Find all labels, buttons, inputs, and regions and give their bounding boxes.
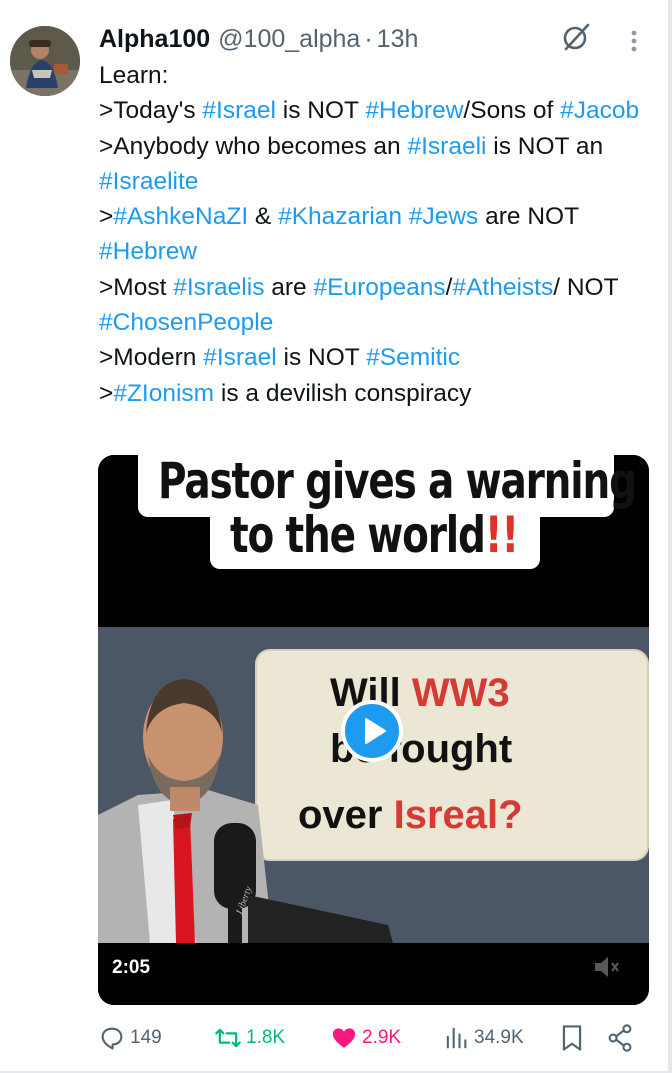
caption-bangs: !! xyxy=(484,506,519,564)
tweet-text: Learn: >Today's #Israel is NOT #Hebrew/S… xyxy=(99,58,659,411)
author-handle[interactable]: @100_alpha xyxy=(218,25,360,54)
share-icon[interactable] xyxy=(606,1023,634,1053)
tweet-line: >Today's #Israel is NOT #Hebrew/Sons of … xyxy=(99,93,659,128)
author-name[interactable]: Alpha100 xyxy=(99,25,210,54)
hashtag-link[interactable]: #Semitic xyxy=(366,344,460,371)
views-icon xyxy=(446,1027,467,1049)
tweet-text-segment: & xyxy=(248,203,279,231)
tweet-text-segment: / NOT xyxy=(553,273,619,301)
sign-fought: fought xyxy=(387,727,513,771)
tweet-text-segment: >Most xyxy=(99,273,174,301)
hashtag-link[interactable]: #Jacob xyxy=(560,97,639,124)
play-button[interactable] xyxy=(341,700,403,762)
hashtag-link[interactable]: #Israelite xyxy=(99,168,198,195)
like-count: 2.9K xyxy=(362,1027,402,1048)
tweet-text-segment: > xyxy=(99,203,114,231)
like-button[interactable]: 2.9K xyxy=(330,1020,401,1056)
hashtag-link[interactable]: #Khazarian xyxy=(278,203,402,230)
reply-button[interactable]: 149 xyxy=(98,1020,162,1056)
tweet-text-segment: is NOT xyxy=(275,97,366,125)
hashtag-link[interactable]: #ChosenPeople xyxy=(99,309,273,336)
reply-icon xyxy=(101,1027,123,1050)
hashtag-link[interactable]: #Atheists xyxy=(452,274,553,301)
repost-button[interactable]: 1.8K xyxy=(214,1020,285,1056)
repost-icon xyxy=(215,1028,241,1048)
hashtag-link[interactable]: #Jews xyxy=(409,203,478,230)
tweet-lines: >Today's #Israel is NOT #Hebrew/Sons of … xyxy=(99,93,659,411)
tweet-line: >Anybody who becomes an #Israeli is NOT … xyxy=(99,129,659,200)
hashtag-link[interactable]: #Europeans xyxy=(313,274,445,301)
tweet-text-segment: are NOT xyxy=(478,203,579,231)
tweet-line: >Most #Israelis are #Europeans/#Atheists… xyxy=(99,270,659,341)
tweet-text-segment: >Today's xyxy=(99,97,203,125)
video-player[interactable]: Pastor gives a warning to the world!! Wi… xyxy=(98,455,649,1005)
tweet-text-segment: are xyxy=(264,273,314,301)
tweet-text-segment: >Modern xyxy=(99,344,204,372)
hashtag-link[interactable]: #AshkeNaZI xyxy=(113,203,248,230)
tweet-text-segment: is a devilish conspiracy xyxy=(214,379,472,407)
avatar-image xyxy=(10,26,80,96)
bookmark-icon[interactable] xyxy=(558,1023,586,1053)
tweet-text-segment xyxy=(402,203,409,230)
tweet-line: >#ZIonism is a devilish conspiracy xyxy=(99,376,659,411)
tweet-text-segment: > xyxy=(99,379,114,407)
heart-icon xyxy=(332,1028,356,1048)
separator-dot: · xyxy=(364,24,373,53)
sign-ww3: WW3 xyxy=(411,671,510,715)
hashtag-link[interactable]: #Israelis xyxy=(173,274,264,301)
tweet-text-segment: is NOT xyxy=(276,344,367,372)
timestamp[interactable]: 13h xyxy=(377,25,419,54)
action-bar: 149 1.8K 2.9K 34.9K xyxy=(98,1020,638,1056)
tweet-line: >Modern #Israel is NOT #Semitic xyxy=(99,340,659,375)
tweet-text-segment: /Sons of xyxy=(463,97,561,125)
hashtag-link[interactable]: #Israeli xyxy=(408,133,487,160)
tweet-line: >#AshkeNaZI & #Khazarian #Jews are NOT #… xyxy=(99,199,659,270)
views-count: 34.9K xyxy=(474,1027,524,1048)
grok-icon[interactable] xyxy=(561,22,591,52)
caption-line-2: to the world!! xyxy=(230,506,519,564)
tweet-text-segment: is NOT an xyxy=(486,132,604,160)
hashtag-link[interactable]: #Israel xyxy=(203,344,277,371)
tweet-header: Alpha100 @100_alpha · 13h xyxy=(99,22,418,56)
avatar[interactable] xyxy=(10,26,80,96)
hashtag-link[interactable]: #ZIonism xyxy=(113,380,214,407)
hashtag-link[interactable]: #Hebrew xyxy=(99,238,197,265)
sign-isreal: Isreal? xyxy=(393,793,523,837)
caption-line-1: Pastor gives a warning xyxy=(158,455,637,510)
tweet-intro: Learn: xyxy=(99,62,169,89)
caption-line-2-text: to the world xyxy=(230,506,486,564)
hashtag-link[interactable]: #Hebrew xyxy=(365,97,463,124)
volume-icon[interactable] xyxy=(592,953,620,981)
reply-count: 149 xyxy=(130,1027,162,1048)
tweet-text-segment: >Anybody who becomes an xyxy=(99,132,408,160)
views-button[interactable]: 34.9K xyxy=(442,1020,524,1056)
repost-count: 1.8K xyxy=(246,1027,286,1048)
hashtag-link[interactable]: #Israel xyxy=(202,97,276,124)
play-icon xyxy=(365,718,386,744)
video-duration: 2:05 xyxy=(112,957,151,978)
more-options-icon[interactable] xyxy=(624,26,644,56)
sign-line-3: over Isreal? xyxy=(298,791,523,839)
sign-over: over xyxy=(298,793,383,837)
